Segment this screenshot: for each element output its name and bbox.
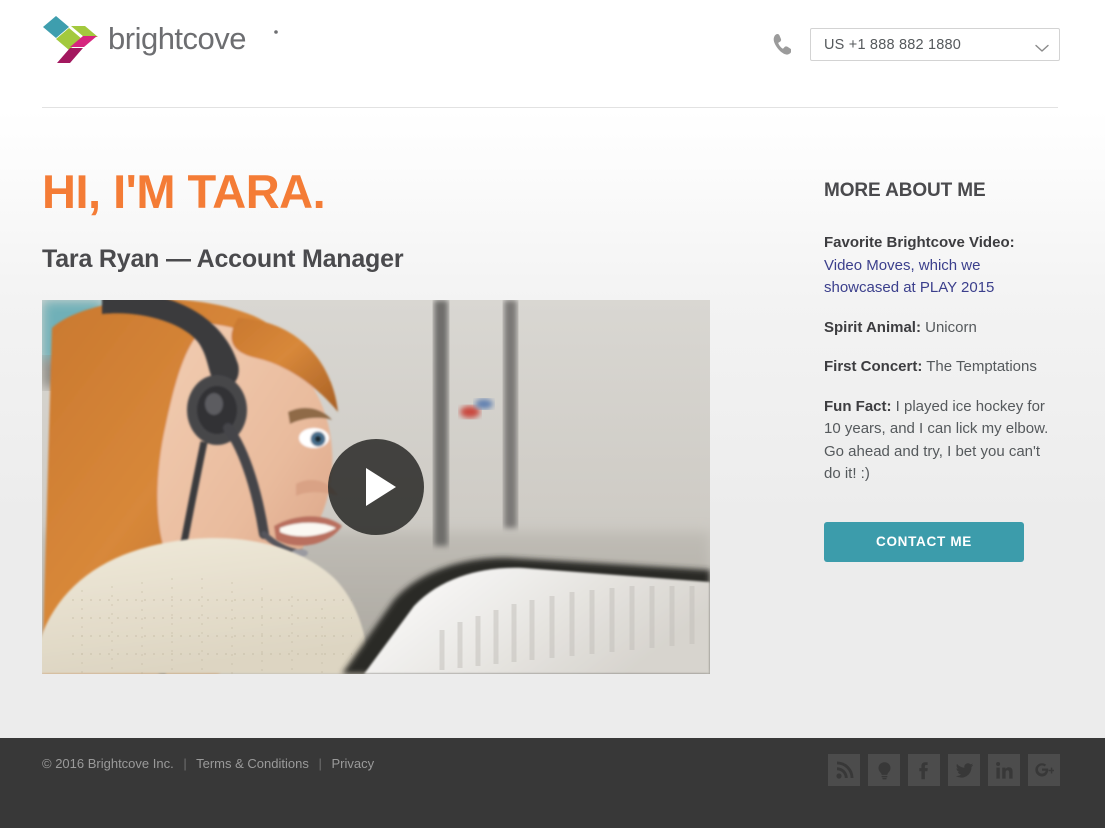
footer-separator: | (183, 756, 187, 771)
linkedin-icon[interactable] (988, 754, 1020, 786)
phone-number-value: US +1 888 882 1880 (824, 36, 962, 53)
brightcove-wordmark: brightcove (108, 21, 283, 62)
brightcove-logo[interactable]: brightcove (42, 14, 283, 71)
fact-first-concert: First Concert: The Temptations (824, 356, 1059, 379)
terms-link[interactable]: Terms & Conditions (196, 756, 309, 771)
site-header: brightcove US +1 888 882 1880 (0, 0, 1105, 108)
page-title: HI, I'M TARA. (42, 165, 326, 218)
footer-legal: © 2016 Brightcove Inc. | Terms & Conditi… (42, 756, 374, 771)
svg-text:brightcove: brightcove (108, 23, 246, 56)
fact-value: Unicorn (920, 318, 977, 336)
copyright-text: © 2016 Brightcove Inc. (42, 756, 174, 771)
phone-contact-area: US +1 888 882 1880 (770, 28, 1060, 61)
profile-column: HI, I'M TARA. Tara Ryan — Account Manage… (42, 108, 742, 674)
chevron-down-icon (1035, 40, 1049, 52)
brightcove-logo-mark (42, 14, 100, 71)
sidebar-title: MORE ABOUT ME (824, 180, 986, 201)
facebook-icon[interactable] (908, 754, 940, 786)
play-triangle-icon (365, 468, 396, 506)
favorite-video-link[interactable]: Video Moves, which we showcased at PLAY … (824, 257, 994, 297)
phone-handset-icon (770, 32, 792, 58)
social-links (828, 754, 1060, 786)
footer-separator: | (318, 756, 322, 771)
fact-label: First Concert: (824, 358, 923, 375)
fact-favorite-video: Favorite Brightcove Video: Video Moves, … (824, 232, 1059, 300)
phone-number-select[interactable]: US +1 888 882 1880 (810, 28, 1060, 61)
video-player[interactable] (42, 300, 710, 674)
fact-label: Favorite Brightcove Video: (824, 234, 1015, 251)
fact-value: The Temptations (922, 358, 1037, 375)
fact-label: Spirit Animal: (824, 318, 921, 336)
fact-label: Fun Fact: (824, 397, 892, 415)
lightbulb-icon[interactable] (868, 754, 900, 786)
page-root: brightcove US +1 888 882 1880 HI, I'M TA… (0, 0, 1105, 828)
more-about-me-panel: MORE ABOUT ME Favorite Brightcove Video:… (824, 108, 1059, 562)
fact-spirit-animal: Spirit Animal: Unicorn (824, 317, 1059, 340)
googleplus-icon[interactable] (1028, 754, 1060, 786)
rss-icon[interactable] (828, 754, 860, 786)
fact-fun-fact: Fun Fact: I played ice hockey for 10 yea… (824, 396, 1059, 486)
profile-name-role: Tara Ryan — Account Manager (42, 245, 404, 273)
twitter-icon[interactable] (948, 754, 980, 786)
contact-me-button[interactable]: CONTACT ME (824, 521, 1024, 562)
play-button[interactable] (328, 439, 424, 535)
main-content: HI, I'M TARA. Tara Ryan — Account Manage… (0, 108, 1105, 738)
site-footer: © 2016 Brightcove Inc. | Terms & Conditi… (0, 738, 1105, 828)
privacy-link[interactable]: Privacy (331, 756, 374, 771)
